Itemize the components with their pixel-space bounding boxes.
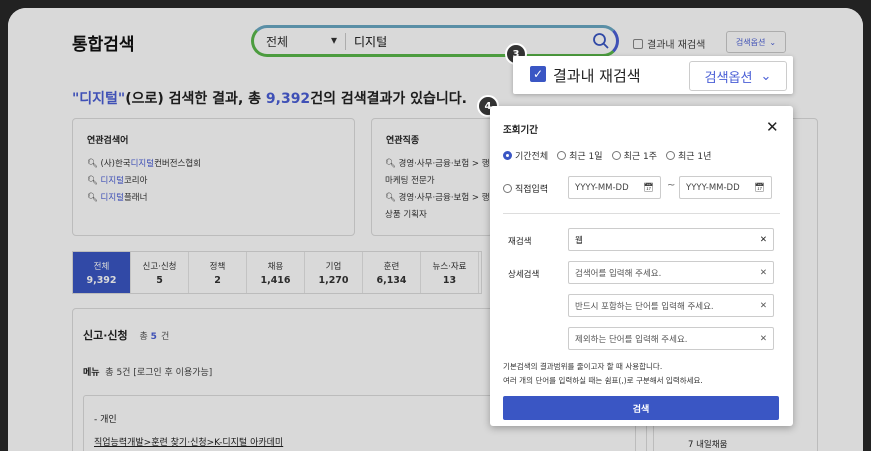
radio-icon bbox=[666, 151, 675, 160]
close-icon[interactable]: ✕ bbox=[766, 118, 779, 136]
detail-search-label: 상세검색 bbox=[508, 270, 540, 280]
re-search-label[interactable]: 결과내 재검색 bbox=[553, 65, 641, 86]
search-page: 통합검색 전체 ▾ 디지털 결과내 재검색 검색옵션 ⌄ "디지털"(으로) 검… bbox=[8, 8, 863, 451]
search-options-button-small[interactable]: 검색옵션 ⌄ bbox=[726, 31, 786, 53]
re-search-callout: ✓ 결과내 재검색 검색옵션 ⌄ bbox=[513, 56, 793, 94]
related-search-item[interactable]: 🔍︎ 디지털플래너 bbox=[87, 190, 354, 207]
radio-icon bbox=[557, 151, 567, 160]
radio-all-period[interactable]: 기간전체 bbox=[503, 149, 548, 162]
search-icon: 🔍︎ bbox=[87, 159, 98, 169]
radio-selected-icon bbox=[503, 151, 512, 160]
clear-icon[interactable]: ✕ bbox=[760, 268, 767, 278]
right-panel-item[interactable]: 7 내일채움 bbox=[688, 438, 727, 450]
calendar-icon[interactable]: 📅︎ bbox=[754, 183, 765, 193]
start-date-input[interactable]: YYYY-MM-DD 📅︎ bbox=[568, 176, 661, 199]
keyword-input[interactable]: 검색어를 입력해 주세요. ✕ bbox=[568, 261, 774, 284]
related-search-title: 연관검색어 bbox=[87, 136, 129, 146]
chevron-down-icon: ⌄ bbox=[769, 37, 777, 47]
page-title: 통합검색 bbox=[72, 35, 135, 55]
caret-down-icon: ▾ bbox=[330, 32, 337, 47]
tab-policy[interactable]: 정책 2 bbox=[189, 252, 247, 293]
search-icon[interactable] bbox=[586, 32, 616, 50]
end-date-input[interactable]: YYYY-MM-DD 📅︎ bbox=[679, 176, 772, 199]
radio-icon bbox=[503, 184, 512, 193]
re-search-input[interactable]: 웹 ✕ bbox=[568, 228, 774, 251]
help-text-1: 기본검색의 결과범위를 줄이고자 할 때 사용합니다. bbox=[503, 362, 663, 371]
browser-frame: 통합검색 전체 ▾ 디지털 결과내 재검색 검색옵션 ⌄ "디지털"(으로) 검… bbox=[8, 8, 863, 451]
related-search-item[interactable]: 🔍︎ (사)한국디지털컨버전스협회 bbox=[87, 156, 354, 173]
related-search-card: 연관검색어 🔍︎ (사)한국디지털컨버전스협회 🔍︎ 디지털코리아 🔍︎ 디지털… bbox=[72, 118, 355, 236]
tab-report-apply[interactable]: 신고·신청 5 bbox=[131, 252, 189, 293]
search-icon: 🔍︎ bbox=[385, 159, 396, 169]
chevron-down-icon: ⌄ bbox=[760, 68, 772, 84]
tab-company[interactable]: 기업 1,270 bbox=[305, 252, 363, 293]
search-icon: 🔍︎ bbox=[87, 176, 98, 186]
result-link[interactable]: 직업능력개발>훈련 찾기·신청>K-디지털 아카데미 bbox=[94, 435, 283, 448]
section-title: 신고·신청 총 5건 bbox=[83, 329, 170, 342]
period-radio-group: 기간전체 최근 1일 최근 1주 최근 1년 bbox=[503, 149, 711, 162]
result-summary: "디지털"(으로) 검색한 결과, 총 9,392건의 검색결과가 있습니다. bbox=[72, 91, 467, 107]
search-submit-button[interactable]: 검색 bbox=[503, 396, 779, 420]
search-icon: 🔍︎ bbox=[87, 193, 98, 203]
tab-news[interactable]: 뉴스·자료 13 bbox=[421, 252, 479, 293]
category-tabs: 전체 9,392 신고·신청 5 정책 2 채용 1,416 기업 1,270 훈련 6,1… bbox=[72, 251, 482, 294]
divider bbox=[503, 213, 780, 214]
search-options-popup: 조회기간 ✕ 기간전체 최근 1일 최근 1주 최근 1년 직접입력 YYYY-… bbox=[490, 106, 793, 426]
exclude-words-input[interactable]: 제외하는 단어를 입력해 주세요. ✕ bbox=[568, 327, 774, 350]
tab-training[interactable]: 훈련 6,134 bbox=[363, 252, 421, 293]
tab-all[interactable]: 전체 9,392 bbox=[73, 252, 131, 293]
period-title: 조회기간 bbox=[503, 125, 538, 136]
clear-icon[interactable]: ✕ bbox=[760, 301, 767, 311]
radio-1-week[interactable]: 최근 1주 bbox=[611, 149, 657, 162]
re-search-field-label: 재검색 bbox=[508, 237, 532, 247]
clear-icon[interactable]: ✕ bbox=[760, 334, 767, 344]
related-jobs-title: 연관직종 bbox=[386, 136, 420, 146]
date-range-separator: ~ bbox=[667, 180, 676, 191]
menu-count: 메뉴 총 5건 [로그인 후 이용가능] bbox=[83, 368, 213, 378]
related-job-item[interactable]: 🔍︎ 경영·사무·금융·보험 > 행 bbox=[385, 156, 492, 173]
radio-icon bbox=[611, 151, 621, 160]
result-category: - 개인 bbox=[94, 415, 117, 425]
clear-icon[interactable]: ✕ bbox=[760, 235, 767, 245]
re-search-checkbox-small[interactable]: 결과내 재검색 bbox=[633, 36, 705, 51]
checkbox-checked-icon[interactable]: ✓ bbox=[530, 66, 546, 82]
search-bar[interactable]: 전체 ▾ 디지털 bbox=[251, 25, 619, 57]
related-job-item[interactable]: 마케팅 전문가 bbox=[385, 173, 492, 190]
tab-jobs[interactable]: 채용 1,416 bbox=[247, 252, 305, 293]
related-job-item[interactable]: 🔍︎ 경영·사무·금융·보험 > 행 bbox=[385, 190, 492, 207]
search-input[interactable]: 디지털 bbox=[346, 33, 586, 50]
related-jobs-card: 연관직종 🔍︎ 경영·사무·금융·보험 > 행 마케팅 전문가 🔍︎ 경영·사무… bbox=[371, 118, 493, 236]
search-options-button[interactable]: 검색옵션 ⌄ bbox=[689, 61, 787, 91]
search-category-select[interactable]: 전체 ▾ bbox=[254, 32, 346, 50]
include-words-input[interactable]: 반드시 포함하는 단어를 입력해 주세요. ✕ bbox=[568, 294, 774, 317]
help-text-2: 여러 개의 단어를 입력하실 때는 쉼표(,)로 구분해서 입력하세요. bbox=[503, 376, 703, 385]
search-icon: 🔍︎ bbox=[385, 193, 396, 203]
radio-direct-input[interactable]: 직접입력 bbox=[503, 182, 548, 195]
related-job-item[interactable]: 상품 기획자 bbox=[385, 207, 492, 224]
calendar-icon[interactable]: 📅︎ bbox=[643, 183, 654, 193]
checkbox-icon bbox=[633, 38, 643, 49]
related-search-item[interactable]: 🔍︎ 디지털코리아 bbox=[87, 173, 354, 190]
radio-1-year[interactable]: 최근 1년 bbox=[666, 149, 711, 162]
radio-1-day[interactable]: 최근 1일 bbox=[557, 149, 603, 162]
